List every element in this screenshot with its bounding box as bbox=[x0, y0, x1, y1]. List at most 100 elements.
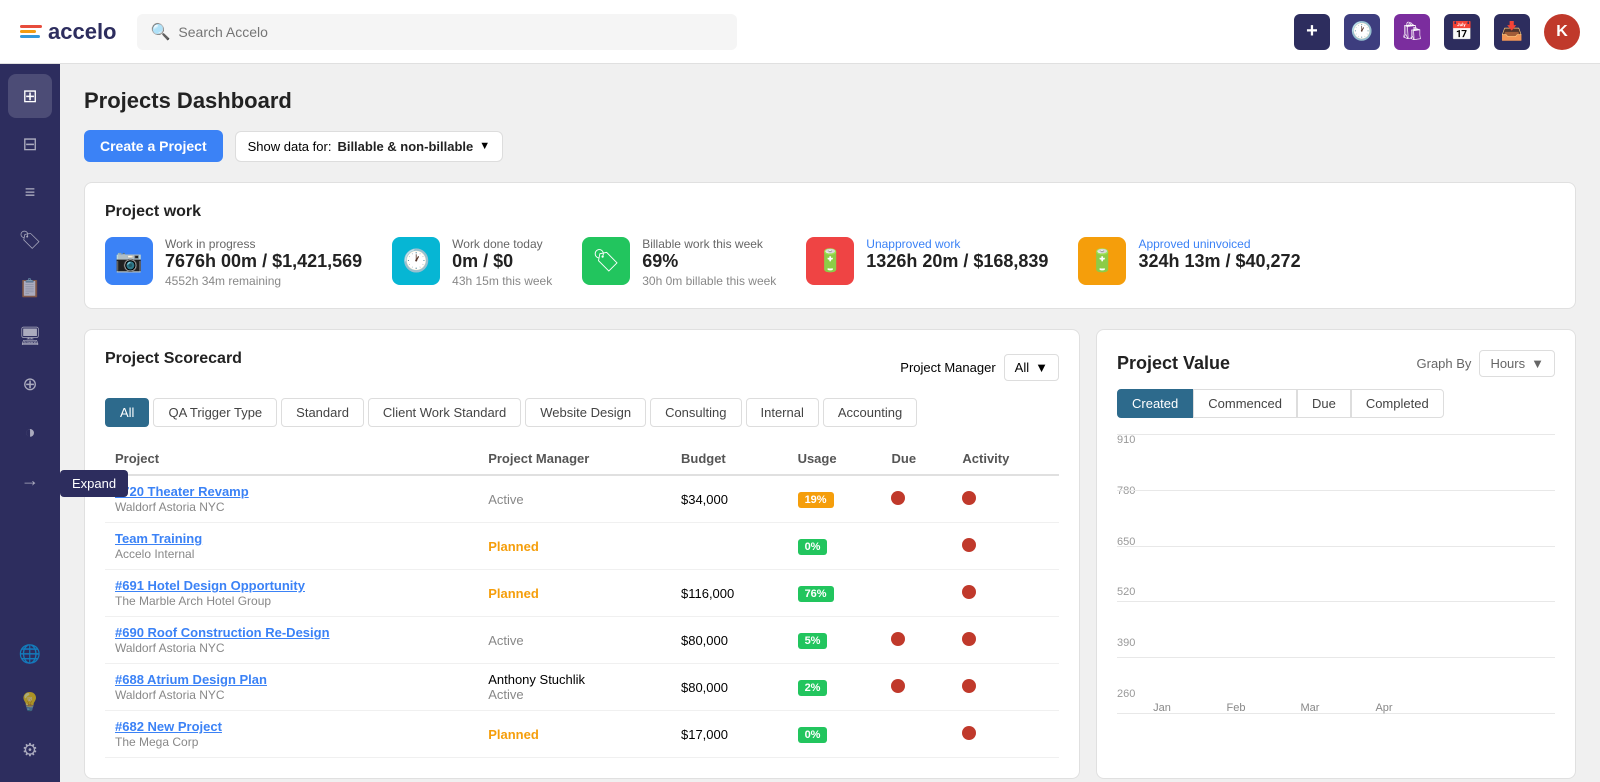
due-dot bbox=[891, 632, 905, 646]
tab-completed[interactable]: Completed bbox=[1351, 389, 1444, 418]
chart-bar-apr: Apr bbox=[1359, 698, 1409, 714]
filter-tabs: All QA Trigger Type Standard Client Work… bbox=[105, 398, 1059, 427]
wip-value: 7676h 00m / $1,421,569 bbox=[165, 251, 362, 272]
sidebar-item-settings[interactable]: ⚙ bbox=[8, 728, 52, 772]
col-due: Due bbox=[881, 443, 952, 475]
budget-cell bbox=[671, 523, 788, 570]
search-input[interactable] bbox=[178, 24, 722, 40]
col-project: Project bbox=[105, 443, 478, 475]
usage-badge: 2% bbox=[798, 680, 828, 696]
clock-button[interactable]: 🕐 bbox=[1344, 14, 1380, 50]
project-link[interactable]: #720 Theater Revamp bbox=[115, 484, 468, 499]
pv-header: Project Value Graph By Hours ▼ bbox=[1117, 350, 1555, 377]
activity-dot bbox=[962, 726, 976, 740]
unapproved-icon: 🔋 bbox=[806, 237, 854, 285]
project-link[interactable]: Team Training bbox=[115, 531, 468, 546]
chart-icon: ◑ bbox=[25, 422, 36, 443]
sidebar-item-layers[interactable]: ⊕ bbox=[8, 362, 52, 406]
manager-select: Project Manager All ▼ bbox=[900, 354, 1059, 381]
nav-icons: + 🕐 🛍 📅 📥 K bbox=[1294, 14, 1580, 50]
stats-grid: 📷 Work in progress 7676h 00m / $1,421,56… bbox=[105, 237, 1555, 288]
inbox-button[interactable]: 📥 bbox=[1494, 14, 1530, 50]
calendar2-icon: 📋 bbox=[19, 278, 41, 299]
tab-commenced[interactable]: Commenced bbox=[1193, 389, 1297, 418]
usage-badge: 5% bbox=[798, 633, 828, 649]
today-sub: 43h 15m this week bbox=[452, 274, 552, 288]
manager-status: Active bbox=[488, 687, 523, 702]
billable-sub: 30h 0m billable this week bbox=[642, 274, 776, 288]
manager-chevron-icon: ▼ bbox=[1035, 360, 1048, 375]
filter-consulting[interactable]: Consulting bbox=[650, 398, 741, 427]
manager-name: Anthony Stuchlik bbox=[488, 672, 585, 687]
chart-area: 910 780 650 520 390 260 bbox=[1117, 434, 1555, 734]
scorecard-table-wrap: Project Project Manager Budget Usage Due… bbox=[105, 443, 1059, 758]
scorecard-header: Project Scorecard Project Manager All ▼ bbox=[105, 350, 1059, 384]
filter-qa[interactable]: QA Trigger Type bbox=[153, 398, 277, 427]
col-activity: Activity bbox=[952, 443, 1059, 475]
manager-status: Planned bbox=[488, 586, 539, 601]
project-link[interactable]: #690 Roof Construction Re-Design bbox=[115, 625, 468, 640]
project-link[interactable]: #682 New Project bbox=[115, 719, 468, 734]
stat-approved: 🔋 Approved uninvoiced 324h 13m / $40,272 bbox=[1078, 237, 1300, 288]
tab-created[interactable]: Created bbox=[1117, 389, 1193, 418]
chart-bar-mar: Mar bbox=[1285, 698, 1335, 714]
usage-badge: 0% bbox=[798, 539, 828, 555]
sidebar-item-dashboard[interactable]: ⊞ bbox=[8, 74, 52, 118]
filter-website[interactable]: Website Design bbox=[525, 398, 646, 427]
list-icon: ≡ bbox=[25, 182, 36, 203]
project-link[interactable]: #688 Atrium Design Plan bbox=[115, 672, 468, 687]
filter-accounting[interactable]: Accounting bbox=[823, 398, 917, 427]
search-icon: 🔍 bbox=[151, 22, 171, 42]
layers-icon: ⊕ bbox=[22, 374, 37, 395]
content: Projects Dashboard Create a Project Show… bbox=[60, 64, 1600, 782]
due-dot bbox=[891, 491, 905, 505]
monitor-icon: 🖥 bbox=[19, 326, 42, 347]
usage-badge: 19% bbox=[798, 492, 834, 508]
stat-billable: 🏷 Billable work this week 69% 30h 0m bil… bbox=[582, 237, 776, 288]
sidebar-item-filter[interactable]: ⊟ bbox=[8, 122, 52, 166]
graph-by-label: Graph By bbox=[1417, 356, 1472, 371]
activity-dot bbox=[962, 491, 976, 505]
sidebar-item-list[interactable]: ≡ bbox=[8, 170, 52, 214]
filter-client-work[interactable]: Client Work Standard bbox=[368, 398, 521, 427]
bulb-icon: 💡 bbox=[19, 692, 41, 713]
col-usage: Usage bbox=[788, 443, 882, 475]
pv-title: Project Value bbox=[1117, 353, 1230, 374]
sidebar-item-arrow[interactable]: → bbox=[8, 458, 52, 502]
sidebar-item-monitor[interactable]: 🖥 bbox=[8, 314, 52, 358]
today-value: 0m / $0 bbox=[452, 251, 552, 272]
table-row: #720 Theater RevampWaldorf Astoria NYCAc… bbox=[105, 475, 1059, 523]
avatar-button[interactable]: K bbox=[1544, 14, 1580, 50]
scorecard-card: Project Scorecard Project Manager All ▼ … bbox=[84, 329, 1080, 779]
add-button[interactable]: + bbox=[1294, 14, 1330, 50]
sidebar-item-globe[interactable]: 🌐 bbox=[8, 632, 52, 676]
filter-internal[interactable]: Internal bbox=[746, 398, 819, 427]
project-link[interactable]: #691 Hotel Design Opportunity bbox=[115, 578, 468, 593]
sidebar-item-bulb[interactable]: 💡 bbox=[8, 680, 52, 724]
manager-dropdown[interactable]: All ▼ bbox=[1004, 354, 1059, 381]
tab-due[interactable]: Due bbox=[1297, 389, 1351, 418]
manager-status: Planned bbox=[488, 727, 539, 742]
page-actions: Create a Project Show data for: Billable… bbox=[84, 130, 1576, 162]
sidebar-item-tag[interactable]: 🏷 bbox=[8, 218, 52, 262]
budget-cell: $34,000 bbox=[671, 475, 788, 523]
project-work-card: Project work 📷 Work in progress 7676h 00… bbox=[84, 182, 1576, 309]
filter-all[interactable]: All bbox=[105, 398, 149, 427]
create-project-button[interactable]: Create a Project bbox=[84, 130, 223, 162]
table-row: #682 New ProjectThe Mega CorpPlanned$17,… bbox=[105, 711, 1059, 758]
bag-button[interactable]: 🛍 bbox=[1394, 14, 1430, 50]
search-box[interactable]: 🔍 bbox=[137, 14, 737, 50]
expand-tooltip: Expand bbox=[60, 470, 128, 497]
budget-cell: $116,000 bbox=[671, 570, 788, 617]
graph-by-dropdown[interactable]: Hours ▼ bbox=[1479, 350, 1555, 377]
chart-bar-feb: Feb bbox=[1211, 698, 1261, 714]
filter-standard[interactable]: Standard bbox=[281, 398, 364, 427]
sidebar-item-calendar[interactable]: 📋 bbox=[8, 266, 52, 310]
sidebar-item-chart[interactable]: ◑ bbox=[8, 410, 52, 454]
table-row: #691 Hotel Design OpportunityThe Marble … bbox=[105, 570, 1059, 617]
stat-unapproved: 🔋 Unapproved work 1326h 20m / $168,839 bbox=[806, 237, 1048, 288]
show-data-dropdown[interactable]: Show data for: Billable & non-billable ▼ bbox=[235, 131, 504, 162]
top-nav: accelo 🔍 + 🕐 🛍 📅 📥 K bbox=[0, 0, 1600, 64]
approved-icon: 🔋 bbox=[1078, 237, 1126, 285]
calendar-button[interactable]: 📅 bbox=[1444, 14, 1480, 50]
